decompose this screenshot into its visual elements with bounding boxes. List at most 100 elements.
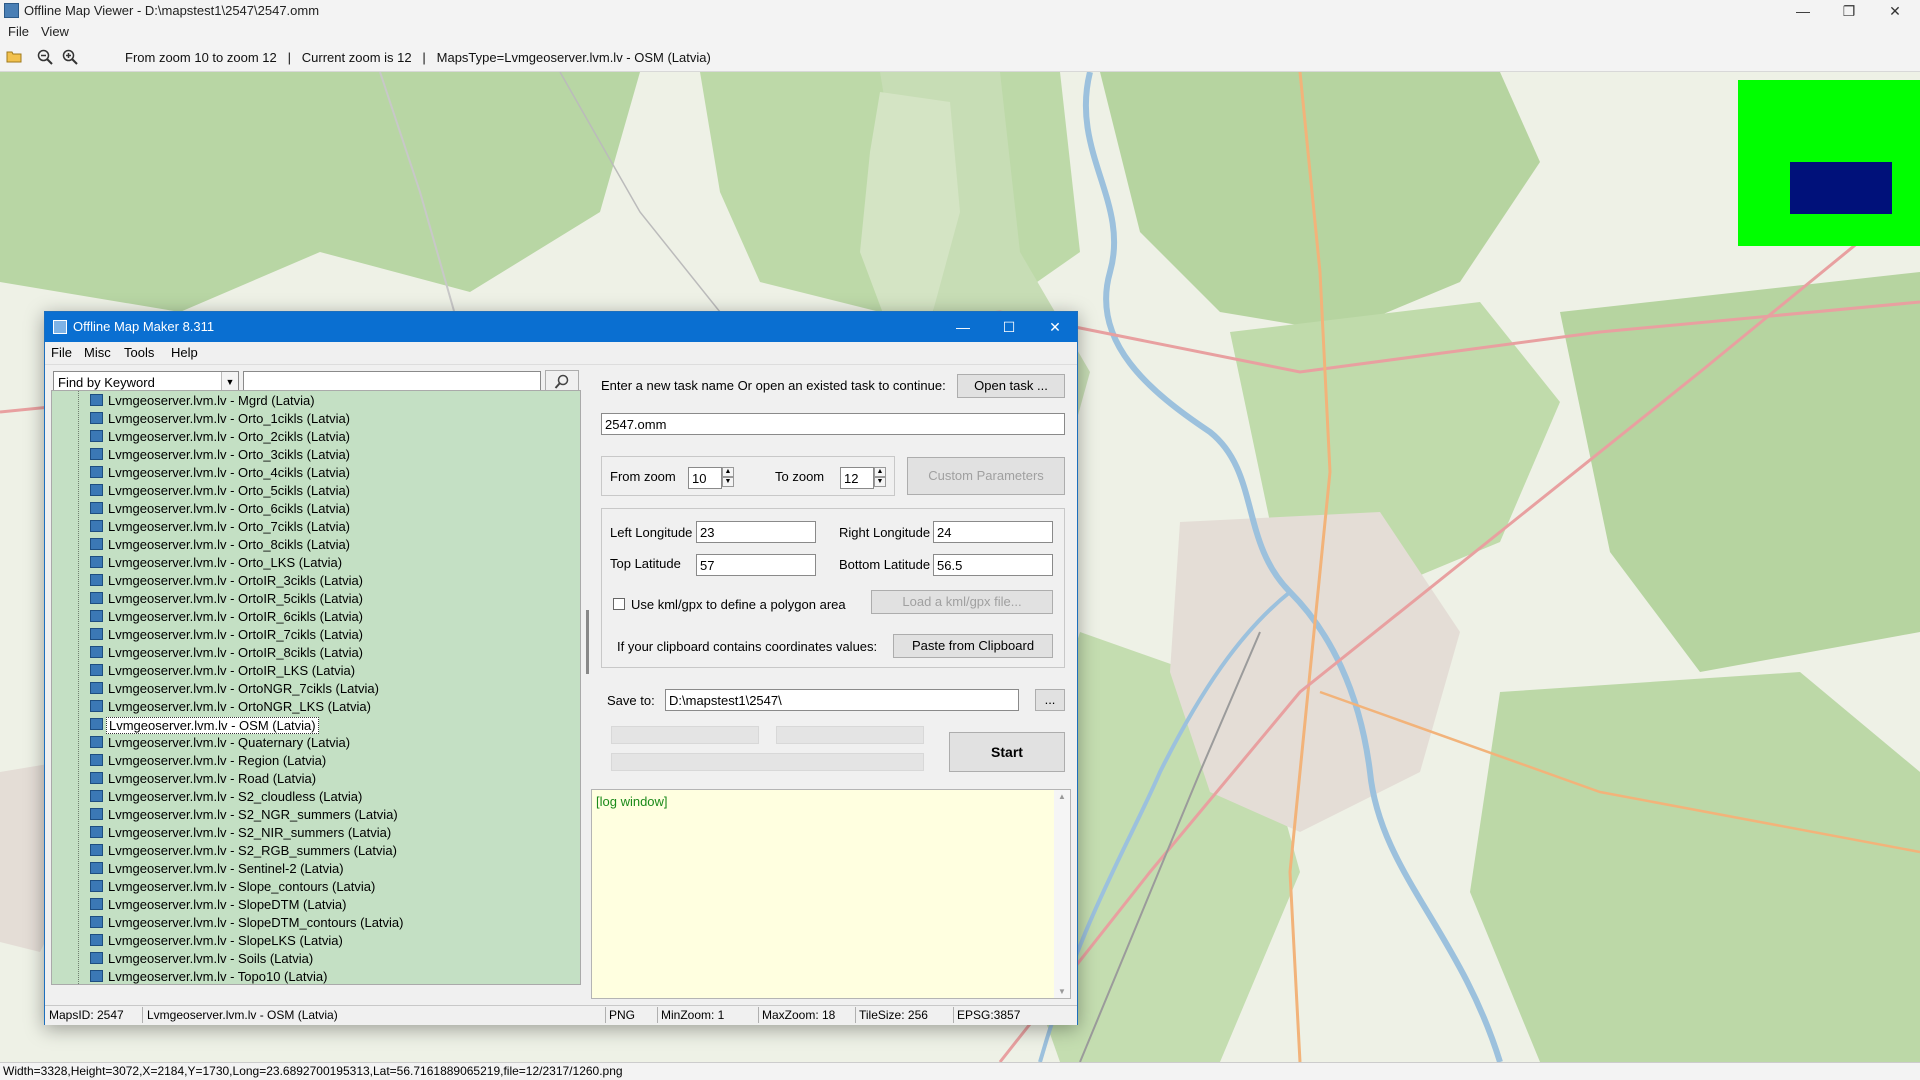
- progress-bar-total: [611, 753, 924, 771]
- use-kml-checkbox[interactable]: [613, 598, 625, 610]
- map-layer-icon: [90, 970, 103, 982]
- top-latitude-input[interactable]: 57: [696, 554, 816, 576]
- maximize-button[interactable]: ❐: [1826, 0, 1872, 22]
- to-zoom-spinner[interactable]: ▲ ▼: [874, 467, 886, 489]
- status-epsg: EPSG:3857: [957, 1008, 1021, 1022]
- map-layer-icon: [90, 484, 103, 496]
- dialog-menu-tools[interactable]: Tools: [124, 345, 154, 360]
- map-name-label: Lvmgeoserver.lvm.lv - SlopeDTM_contours …: [108, 915, 404, 930]
- bottom-latitude-input[interactable]: 56.5: [933, 554, 1053, 576]
- close-button[interactable]: ✕: [1872, 0, 1918, 22]
- menu-view[interactable]: View: [41, 24, 69, 39]
- load-kml-button[interactable]: Load a kml/gpx file...: [871, 590, 1053, 614]
- map-layer-icon: [90, 502, 103, 514]
- map-layer-icon: [90, 610, 103, 622]
- status-max-zoom: MaxZoom: 18: [762, 1008, 836, 1022]
- scroll-down-icon[interactable]: ▼: [1054, 987, 1070, 996]
- zoom-out-icon[interactable]: [37, 49, 53, 65]
- task-name-input[interactable]: 2547.omm: [601, 413, 1065, 435]
- map-layer-icon: [90, 916, 103, 928]
- map-name-label: Lvmgeoserver.lvm.lv - S2_cloudless (Latv…: [108, 789, 363, 804]
- find-mode-value: Find by Keyword: [58, 375, 155, 390]
- tree-scrollbar-thumb[interactable]: [586, 610, 589, 674]
- task-prompt-label: Enter a new task name Or open an existed…: [601, 378, 946, 393]
- map-layer-icon: [90, 772, 103, 784]
- task-name-value: 2547.omm: [605, 417, 667, 432]
- to-zoom-label: To zoom: [775, 469, 825, 484]
- status-separator: [142, 1007, 143, 1023]
- zoom-in-icon[interactable]: [62, 49, 78, 65]
- status-min-zoom: MinZoom: 1: [661, 1008, 725, 1022]
- map-layer-icon: [90, 682, 103, 694]
- map-name-label: Lvmgeoserver.lvm.lv - S2_NIR_summers (La…: [108, 825, 392, 840]
- browse-button[interactable]: ...: [1035, 689, 1065, 711]
- map-name-label: Lvmgeoserver.lvm.lv - S2_RGB_summers (La…: [108, 843, 397, 858]
- search-icon: [554, 374, 569, 389]
- map-name-label: Lvmgeoserver.lvm.lv - Orto_LKS (Latvia): [108, 555, 343, 570]
- dialog-menu-help[interactable]: Help: [171, 345, 198, 360]
- status-separator: [605, 1007, 606, 1023]
- left-longitude-value: 23: [700, 525, 715, 540]
- tree-guide-line: [78, 391, 79, 984]
- map-layer-icon: [90, 520, 103, 532]
- custom-parameters-button[interactable]: Custom Parameters: [907, 457, 1065, 495]
- dialog-minimize-button[interactable]: —: [940, 312, 986, 342]
- map-name-label: Lvmgeoserver.lvm.lv - Orto_5cikls (Latvi…: [108, 483, 351, 498]
- log-window[interactable]: [log window] ▲ ▼: [591, 789, 1071, 999]
- map-layer-icon: [90, 736, 103, 748]
- status-separator: [953, 1007, 954, 1023]
- minimize-button[interactable]: —: [1780, 0, 1826, 22]
- map-name-label: Lvmgeoserver.lvm.lv - OrtoIR_6cikls (Lat…: [108, 609, 364, 624]
- status-separator: [855, 1007, 856, 1023]
- from-zoom-input[interactable]: 10: [688, 467, 722, 489]
- map-layer-icon: [90, 934, 103, 946]
- toolbar: From zoom 10 to zoom 12 | Current zoom i…: [0, 42, 1920, 72]
- left-longitude-input[interactable]: 23: [696, 521, 816, 543]
- map-name-label: Lvmgeoserver.lvm.lv - SlopeLKS (Latvia): [108, 933, 343, 948]
- statusbar: Width=3328,Height=3072,X=2184,Y=1730,Lon…: [0, 1062, 1920, 1080]
- status-map-name: Lvmgeoserver.lvm.lv - OSM (Latvia): [147, 1008, 338, 1022]
- from-zoom-spinner[interactable]: ▲ ▼: [722, 467, 734, 489]
- log-text: [log window]: [596, 794, 668, 809]
- map-layer-icon: [90, 844, 103, 856]
- save-path-input[interactable]: D:\mapstest1\2547\: [665, 689, 1019, 711]
- dialog-maximize-button[interactable]: ☐: [986, 312, 1032, 342]
- zoom-info: From zoom 10 to zoom 12 | Current zoom i…: [125, 50, 711, 65]
- map-layer-icon: [90, 556, 103, 568]
- overview-map[interactable]: [1738, 80, 1920, 246]
- map-name-label: Lvmgeoserver.lvm.lv - OSM (Latvia): [106, 717, 319, 734]
- maps-tree[interactable]: Lvmgeoserver.lvm.lv - Mgrd (Latvia) Lvmge…: [51, 390, 581, 985]
- right-longitude-input[interactable]: 24: [933, 521, 1053, 543]
- map-name-label: Lvmgeoserver.lvm.lv - Orto_8cikls (Latvi…: [108, 537, 351, 552]
- open-folder-icon[interactable]: [6, 49, 22, 65]
- map-name-label: Lvmgeoserver.lvm.lv - Soils (Latvia): [108, 951, 314, 966]
- start-button[interactable]: Start: [949, 732, 1065, 772]
- map-layer-icon: [90, 466, 103, 478]
- to-zoom-input[interactable]: 12: [840, 467, 874, 489]
- dialog-menu-file[interactable]: File: [51, 345, 72, 360]
- dialog-statusbar: MapsID: 2547 Lvmgeoserver.lvm.lv - OSM (…: [45, 1005, 1077, 1025]
- dialog-title: Offline Map Maker 8.311: [73, 319, 215, 334]
- map-name-label: Lvmgeoserver.lvm.lv - Orto_2cikls (Latvi…: [108, 429, 351, 444]
- map-name-label: Lvmgeoserver.lvm.lv - Orto_1cikls (Latvi…: [108, 411, 351, 426]
- map-layer-icon: [90, 700, 103, 712]
- map-name-label: Lvmgeoserver.lvm.lv - Mgrd (Latvia): [108, 393, 315, 408]
- overview-viewport-box[interactable]: [1790, 162, 1892, 214]
- menu-file[interactable]: File: [8, 24, 29, 39]
- map-layer-icon: [90, 826, 103, 838]
- dialog-menu-misc[interactable]: Misc: [84, 345, 111, 360]
- map-name-label: Lvmgeoserver.lvm.lv - Orto_4cikls (Latvi…: [108, 465, 351, 480]
- from-zoom-label: From zoom: [610, 469, 676, 484]
- open-task-button[interactable]: Open task ...: [957, 374, 1065, 398]
- map-name-label: Lvmgeoserver.lvm.lv - Quaternary (Latvia…: [108, 735, 351, 750]
- dialog-close-button[interactable]: ✕: [1032, 312, 1078, 342]
- from-zoom-value: 10: [692, 471, 707, 486]
- scroll-up-icon[interactable]: ▲: [1054, 792, 1070, 801]
- map-name-label: Lvmgeoserver.lvm.lv - OrtoIR_8cikls (Lat…: [108, 645, 364, 660]
- map-layer-icon: [90, 952, 103, 964]
- paste-clipboard-button[interactable]: Paste from Clipboard: [893, 634, 1053, 658]
- map-name-label: Lvmgeoserver.lvm.lv - Slope_contours (La…: [108, 879, 376, 894]
- to-zoom-value: 12: [844, 471, 859, 486]
- log-scrollbar[interactable]: ▲ ▼: [1054, 790, 1070, 998]
- map-layer-icon: [90, 394, 103, 406]
